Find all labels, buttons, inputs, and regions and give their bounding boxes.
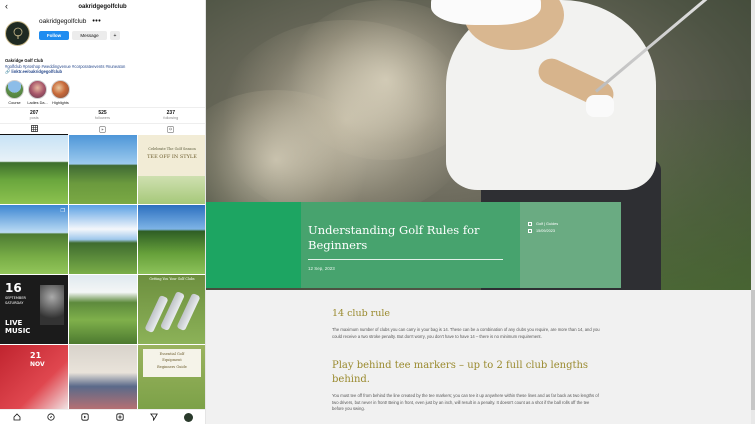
stat-label: following	[163, 116, 179, 120]
title-card-meta: Golf | Guides 15/09/2023	[520, 202, 621, 288]
title-card-accent	[206, 202, 301, 288]
stat-followers[interactable]: 525 followers	[68, 108, 136, 123]
ig-bottom-nav	[0, 409, 205, 424]
tagged-icon	[167, 125, 175, 133]
article-title: Understanding Golf Rules for Beginners	[308, 223, 480, 252]
post-thumbnail[interactable]: 21 NOV	[0, 344, 68, 414]
section-paragraph: The maximum number of clubs you can carr…	[332, 327, 600, 339]
post-thumbnail[interactable]: Essential Golf Equipment Beginners Guide	[138, 344, 205, 414]
ig-header-username: oakridgegolfclub	[78, 4, 127, 10]
post-thumbnail[interactable]	[0, 134, 68, 204]
post-thumbnail[interactable]	[69, 274, 137, 344]
post-thumbnail[interactable]: 16 SEPTEMBER SATURDAY LIVE MUSIC	[0, 274, 68, 344]
ig-bio: Oakridge Golf Club #golfclub #proshop #w…	[0, 58, 205, 75]
post-caption-text: Getting You Your Golf Clubs	[149, 276, 195, 281]
carousel-icon: ❐	[60, 207, 65, 214]
meta-date: 15/09/2023	[528, 229, 555, 233]
link-icon: 🔗	[5, 69, 11, 74]
article-body: 14 club rule The maximum number of clubs…	[206, 290, 755, 424]
add-user-button[interactable]: +	[110, 31, 120, 40]
post-thumbnail[interactable]	[138, 204, 205, 274]
stat-following[interactable]: 237 following	[137, 108, 205, 123]
post-caption-text: Equipment	[162, 357, 182, 362]
highlight-course[interactable]: Course	[3, 79, 26, 105]
post-caption-text: Celebrate The Golf Season	[148, 146, 196, 151]
ig-profile-info: oakridgegolfclub ••• Follow Message +	[39, 18, 123, 56]
section-heading: Play behind tee markers – up to 2 full c…	[332, 360, 589, 385]
ig-action-buttons: Follow Message +	[39, 31, 123, 40]
website-article-panel: Understanding Golf Rules for Beginners 1…	[206, 0, 755, 424]
post-caption-text: 21	[30, 350, 42, 360]
section-paragraph: You must tee off from behind the line cr…	[332, 393, 599, 411]
reels-icon[interactable]	[81, 413, 89, 421]
send-icon[interactable]	[149, 413, 158, 421]
post-caption-text: TEE OFF IN STYLE	[147, 153, 197, 160]
section-heading: 14 club rule	[332, 308, 391, 319]
tab-reels[interactable]	[68, 124, 136, 135]
scrollbar-thumb[interactable]	[751, 290, 755, 410]
post-thumbnail[interactable]: Getting You Your Golf Clubs	[138, 274, 205, 344]
bio-link-text: linktr.ee/oakridgegolfclub	[11, 69, 63, 74]
article-date: 12 Sep, 2023	[308, 266, 335, 271]
post-caption-text: NOV	[30, 360, 45, 368]
highlight-label: Ladies Da...	[27, 100, 48, 105]
home-icon[interactable]	[13, 413, 21, 421]
meta-category-text: Golf | Guides	[536, 222, 559, 226]
ig-username: oakridgegolfclub	[39, 18, 87, 25]
ig-username-row: oakridgegolfclub •••	[39, 18, 123, 25]
highlight-thumb	[28, 79, 47, 99]
meta-date-text: 15/09/2023	[536, 229, 556, 233]
instagram-profile-panel: ‹ oakridgegolfclub oakridgegolfclub ••• …	[0, 0, 206, 424]
article-title-card: Understanding Golf Rules for Beginners 1…	[206, 202, 621, 288]
post-caption-text: Beginners Guide	[157, 364, 187, 369]
highlight-ladies-day[interactable]: Ladies Da...	[26, 79, 49, 105]
tab-tagged[interactable]	[137, 124, 205, 135]
meta-category[interactable]: Golf | Guides	[528, 222, 558, 226]
grid-icon	[30, 125, 38, 132]
post-thumbnail[interactable]: Celebrate The Golf Season TEE OFF IN STY…	[138, 134, 205, 204]
stat-posts[interactable]: 207 posts	[0, 108, 68, 123]
golfer-glove	[586, 95, 614, 117]
calendar-icon	[528, 229, 532, 233]
post-thumbnail[interactable]	[69, 204, 137, 274]
reels-icon	[99, 125, 106, 133]
ig-post-grid: Celebrate The Golf Season TEE OFF IN STY…	[0, 134, 205, 414]
ig-highlights: Course Ladies Da... Highlights	[0, 75, 205, 105]
post-thumbnail[interactable]	[69, 344, 137, 414]
highlight-label: Highlights	[52, 100, 69, 105]
oak-tree-logo-icon	[13, 27, 22, 39]
more-options-icon[interactable]: •••	[92, 18, 101, 25]
stat-label: followers	[95, 116, 110, 120]
highlight-label: Course	[8, 100, 21, 105]
title-divider	[308, 259, 503, 260]
page-scrollbar[interactable]	[751, 0, 755, 424]
post-thumbnail[interactable]	[69, 134, 137, 204]
follow-button[interactable]: Follow	[39, 31, 69, 40]
post-caption-text: MUSIC	[5, 326, 31, 335]
post-thumbnail[interactable]: ❐	[0, 204, 68, 274]
explore-icon[interactable]	[47, 413, 55, 421]
ig-profile-header: oakridgegolfclub ••• Follow Message +	[0, 14, 205, 56]
highlight-thumb	[5, 79, 24, 99]
ig-stats: 207 posts 525 followers 237 following	[0, 106, 205, 123]
tab-grid[interactable]	[0, 124, 69, 135]
stat-label: posts	[29, 116, 39, 120]
ig-topbar: ‹ oakridgegolfclub	[0, 0, 205, 14]
folder-icon	[528, 222, 532, 226]
highlight-thumb	[51, 79, 70, 99]
message-button[interactable]: Message	[72, 31, 107, 40]
highlight-highlights[interactable]: Highlights	[49, 79, 72, 105]
profile-icon[interactable]	[183, 412, 193, 422]
avatar[interactable]	[5, 21, 30, 46]
ig-content-tabs	[0, 122, 205, 135]
add-icon[interactable]	[115, 413, 124, 421]
post-caption-text: Essential Golf	[159, 351, 185, 356]
title-card-main: Understanding Golf Rules for Beginners 1…	[301, 202, 520, 288]
back-arrow-icon[interactable]: ‹	[5, 1, 8, 11]
